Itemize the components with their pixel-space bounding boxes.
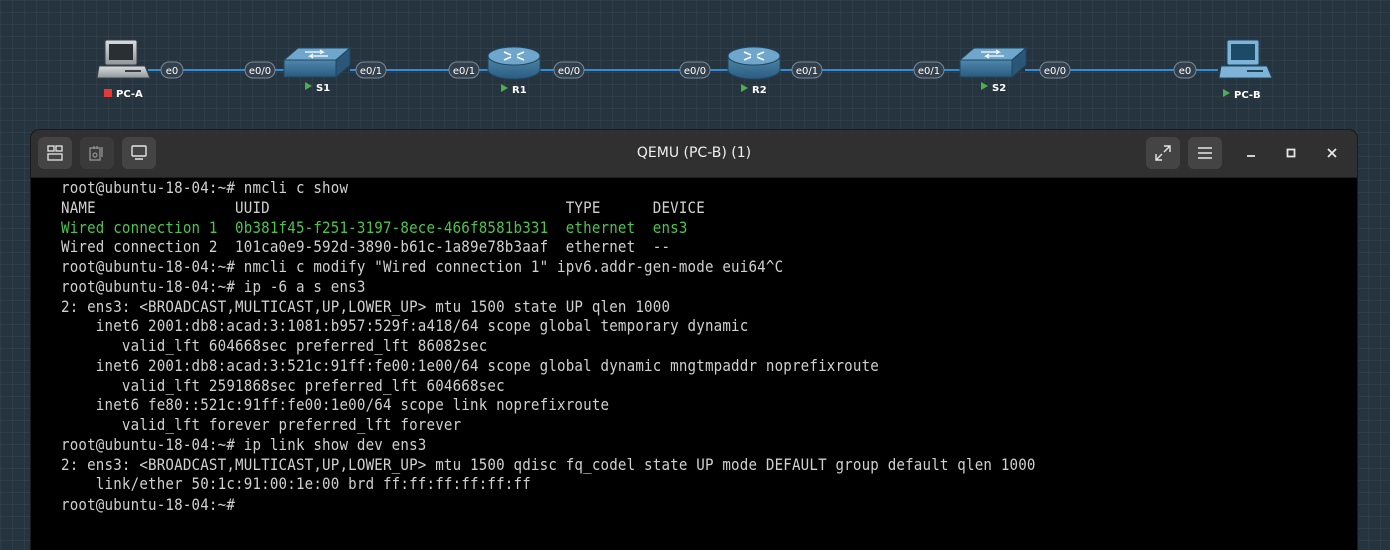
display-icon — [131, 145, 147, 160]
svg-text:e0: e0 — [166, 66, 179, 77]
device-r1[interactable]: R1 — [487, 46, 541, 96]
terminal-line: inet6 fe80::521c:91ff:fe00:1e00/64 scope… — [61, 395, 610, 415]
terminal-line: Wired connection 1 0b381f45-f251-3197-8e… — [61, 217, 688, 237]
window-titlebar[interactable]: QEMU (PC-B) (1) — [31, 130, 1357, 178]
topology-canvas[interactable]: e0 e0/0 e0/1 e0/1 e0/0 e0/0 e0/1 e0/1 e0… — [0, 0, 1390, 130]
port-label[interactable]: e0/0 — [553, 61, 585, 79]
device-label: PC-A — [116, 89, 143, 100]
layout-icon — [47, 145, 63, 161]
terminal-line: 2: ens3: <BROADCAST,MULTICAST,UP,LOWER_U… — [61, 454, 1036, 474]
terminal-line: valid_lft 604668sec preferred_lft 86082s… — [61, 336, 488, 355]
maximize-icon — [1286, 148, 1296, 158]
terminal-cursor — [235, 494, 243, 510]
status-running-icon — [1223, 89, 1230, 97]
port-label[interactable]: e0/0 — [244, 61, 276, 79]
terminal-line: 2: ens3: <BROADCAST,MULTICAST,UP,LOWER_U… — [61, 296, 671, 316]
device-s2[interactable]: S2 — [958, 46, 1028, 94]
port-label[interactable]: e0 — [1173, 61, 1197, 79]
terminal-line: root@ubuntu-18-04:~# nmcli c modify "Wir… — [61, 257, 784, 276]
terminal-line: inet6 2001:db8:acad:3:1081:b957:529f:a41… — [61, 316, 749, 336]
status-running-icon — [501, 84, 508, 92]
status-stopped-icon — [104, 89, 112, 97]
terminal-console[interactable]: root@ubuntu-18-04:~# nmcli c show NAME U… — [31, 178, 1357, 550]
port-label[interactable]: e0/1 — [448, 61, 480, 79]
svg-text:e0/1: e0/1 — [796, 66, 818, 77]
port-label[interactable]: e0/0 — [1039, 61, 1071, 79]
terminal-line: root@ubuntu-18-04:~# nmcli c show — [61, 178, 349, 197]
device-label: R2 — [752, 85, 767, 96]
media-button[interactable] — [80, 137, 114, 169]
device-r2[interactable]: R2 — [727, 46, 781, 96]
router-icon — [487, 46, 541, 80]
device-label: S2 — [992, 83, 1006, 94]
terminal-line: inet6 2001:db8:acad:3:521c:91ff:fe00:1e0… — [61, 355, 880, 375]
terminal-prompt-line[interactable]: root@ubuntu-18-04:~# — [61, 494, 1208, 514]
fullscreen-icon — [1155, 145, 1171, 161]
media-icon — [89, 146, 103, 161]
status-running-icon — [741, 84, 748, 92]
device-pc-b[interactable]: PC-B — [1218, 39, 1273, 101]
close-button[interactable] — [1315, 137, 1349, 169]
svg-text:e0: e0 — [1179, 66, 1192, 77]
device-label: S1 — [316, 83, 330, 94]
pc-icon — [1218, 39, 1273, 79]
svg-text:e0/1: e0/1 — [918, 66, 940, 77]
minimize-icon — [1247, 155, 1255, 157]
device-label: R1 — [512, 85, 527, 96]
terminal-line: valid_lft 2591868sec preferred_lft 60466… — [61, 375, 505, 395]
terminal-line: link/ether 50:1c:91:00:1e:00 brd ff:ff:f… — [61, 474, 531, 494]
switch-icon — [282, 46, 352, 79]
terminal-line: Wired connection 2 101ca0e9-592d-3890-b6… — [61, 237, 671, 257]
display-button[interactable] — [122, 137, 156, 169]
svg-text:e0/0: e0/0 — [1044, 66, 1066, 77]
svg-text:e0/1: e0/1 — [360, 66, 382, 77]
terminal-line: NAME UUID TYPE DEVICE — [61, 197, 705, 217]
terminal-line: root@ubuntu-18-04:~# ip link show dev en… — [61, 434, 427, 454]
qemu-console-window[interactable]: QEMU (PC-B) (1) root@ubuntu-18-04:~# nmc… — [31, 130, 1357, 550]
port-label[interactable]: e0/0 — [679, 61, 711, 79]
device-s1[interactable]: S1 — [282, 46, 352, 94]
port-label[interactable]: e0 — [160, 61, 184, 79]
svg-text:e0/0: e0/0 — [684, 66, 706, 77]
device-pc-a[interactable]: PC-A — [96, 39, 151, 100]
status-running-icon — [305, 82, 312, 90]
switch-icon — [958, 46, 1028, 79]
terminal-prompt: root@ubuntu-18-04:~# — [61, 495, 236, 514]
minimize-button[interactable] — [1234, 137, 1268, 169]
close-icon — [1327, 148, 1337, 158]
status-running-icon — [981, 82, 988, 90]
terminal-line: root@ubuntu-18-04:~# ip -6 a s ens3 — [61, 276, 366, 296]
maximize-button[interactable] — [1274, 137, 1308, 169]
pc-icon — [96, 39, 151, 79]
port-label[interactable]: e0/1 — [913, 61, 945, 79]
device-label: PC-B — [1234, 90, 1261, 101]
fullscreen-button[interactable] — [1146, 137, 1180, 169]
terminal-line: valid_lft forever preferred_lft forever — [61, 415, 462, 434]
svg-text:e0/0: e0/0 — [558, 66, 580, 77]
menu-icon — [1198, 147, 1212, 159]
menu-button[interactable] — [1188, 137, 1222, 169]
svg-text:e0/0: e0/0 — [249, 66, 271, 77]
port-label[interactable]: e0/1 — [355, 61, 387, 79]
layout-button[interactable] — [38, 137, 72, 169]
router-icon — [727, 46, 781, 80]
svg-text:e0/1: e0/1 — [453, 66, 475, 77]
port-label[interactable]: e0/1 — [791, 61, 823, 79]
